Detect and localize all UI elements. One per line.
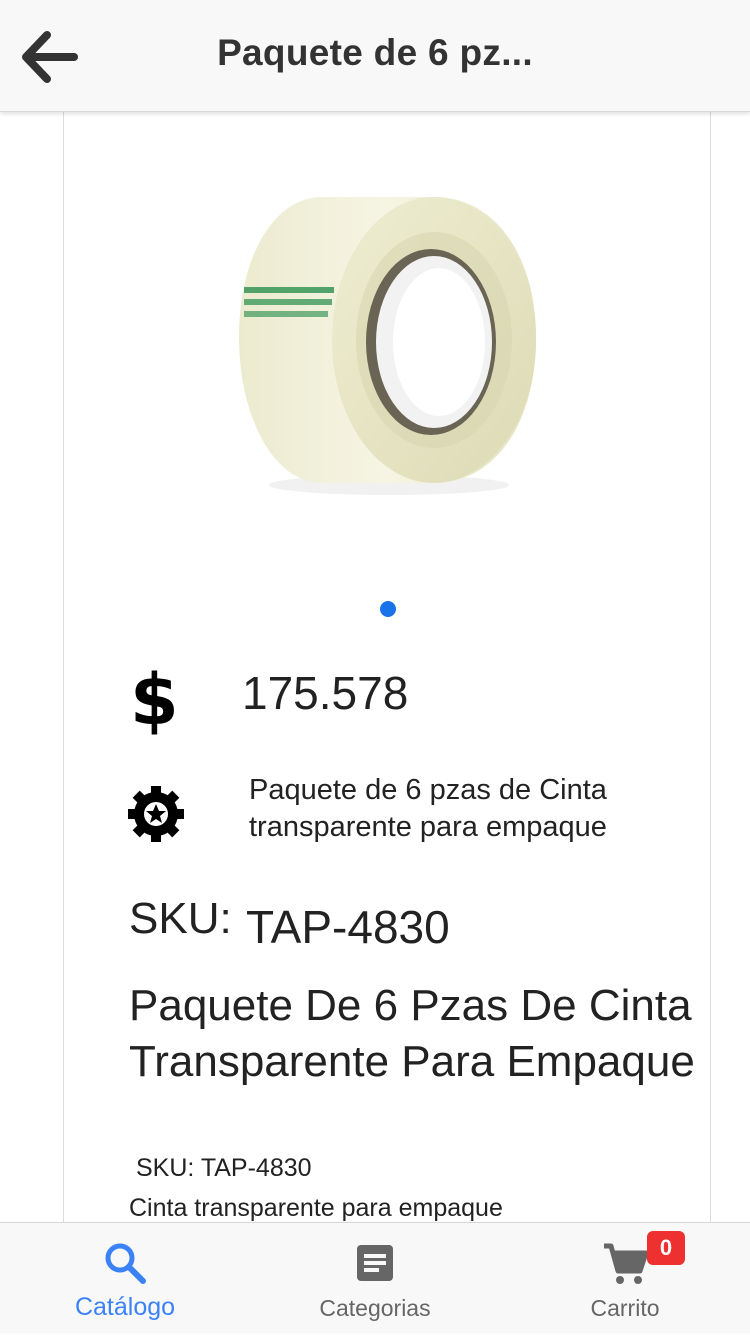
carousel-dot-active[interactable] <box>380 601 396 617</box>
product-name: Paquete De 6 Pzas De Cinta Transparente … <box>129 981 695 1086</box>
tab-carrito[interactable]: Carrito <box>500 1223 750 1335</box>
product-price: 175.578 <box>242 667 409 719</box>
cart-badge: 0 <box>647 1231 685 1265</box>
tab-label-carrito: Carrito <box>590 1295 660 1321</box>
tab-label-catalogo: Catálogo <box>74 1293 176 1321</box>
product-image[interactable] <box>234 187 544 507</box>
sku-value: TAP-4830 <box>246 901 450 953</box>
bottom-tab-bar: Catálogo Categorias Carrito 0 <box>0 1222 750 1334</box>
product-card: $ 175.578 Paquete de 6 pzas de Cinta tra… <box>63 112 711 1222</box>
sku-label: SKU: <box>129 894 232 943</box>
tab-catalogo[interactable]: Catálogo <box>0 1223 250 1335</box>
document-icon <box>357 1245 393 1281</box>
app-header: Paquete de 6 pz... <box>0 0 750 112</box>
sku-line: SKU: TAP-4830 <box>136 1154 312 1182</box>
page-title: Paquete de 6 pz... <box>217 32 533 73</box>
tab-label-categorias: Categorias <box>319 1295 431 1321</box>
product-description: Cinta transparente para empaque <box>129 1194 503 1222</box>
cart-icon <box>604 1243 649 1284</box>
tab-categorias[interactable]: Categorias <box>250 1223 500 1335</box>
gear-icon <box>128 786 184 842</box>
search-icon <box>105 1243 146 1284</box>
product-short-description: Paquete de 6 pzas de Cinta transparente … <box>249 774 607 843</box>
dollar-icon: $ <box>130 659 179 741</box>
